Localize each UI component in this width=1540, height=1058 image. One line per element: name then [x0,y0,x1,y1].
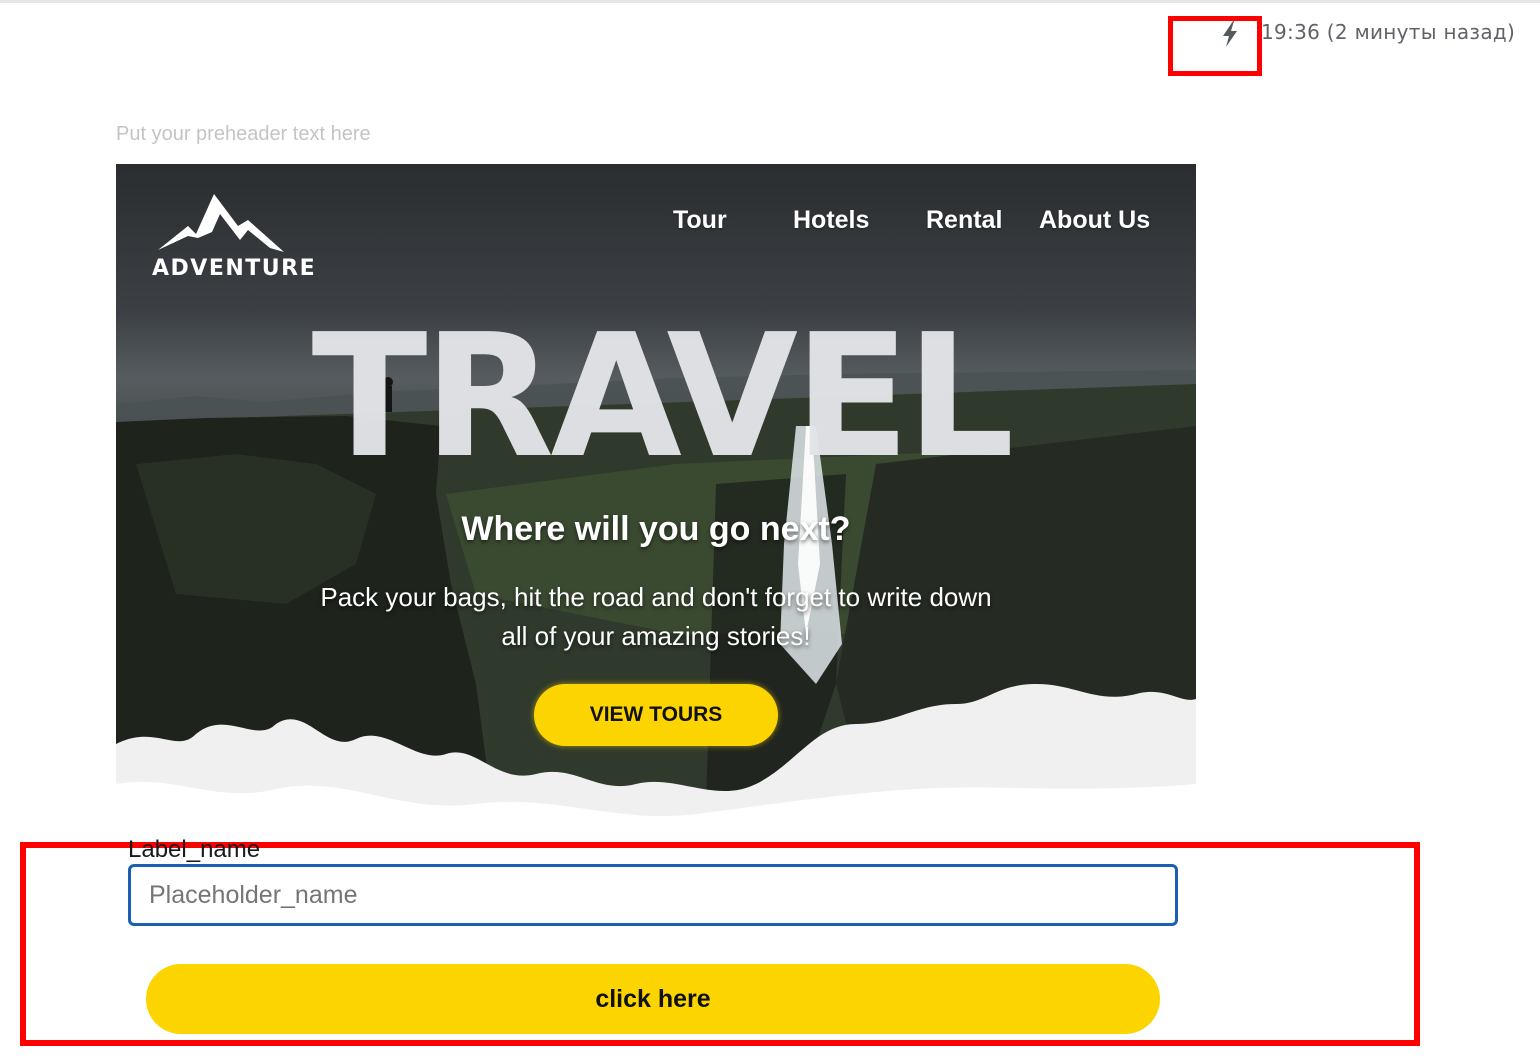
nav-hotels[interactable]: Hotels [793,206,869,235]
email-timestamp: 19:36 (2 минуты назад) [1261,20,1516,44]
brand-name: ADVENTURE [152,256,317,281]
form-label: Label_name [128,836,261,862]
hero-subtitle: Where will you go next? [461,510,851,548]
hero-body-text: Pack your bags, hit the road and don't f… [320,582,992,651]
preheader-text: Put your preheader text here [116,123,371,145]
nav-about-us[interactable]: About Us [1039,206,1150,235]
view-tours-button[interactable]: VIEW TOURS [534,684,778,746]
hero-banner: ADVENTURE Tour Hotels Rental About Us TR… [116,164,1196,836]
highlight-box-icon [1168,16,1262,76]
name-input[interactable] [128,864,1178,926]
hero-title: TRAVEL [311,298,1015,496]
nav-tour[interactable]: Tour [673,206,727,235]
submit-button[interactable]: click here [146,964,1160,1034]
nav-rental[interactable]: Rental [926,206,1002,235]
top-divider [0,0,1540,3]
